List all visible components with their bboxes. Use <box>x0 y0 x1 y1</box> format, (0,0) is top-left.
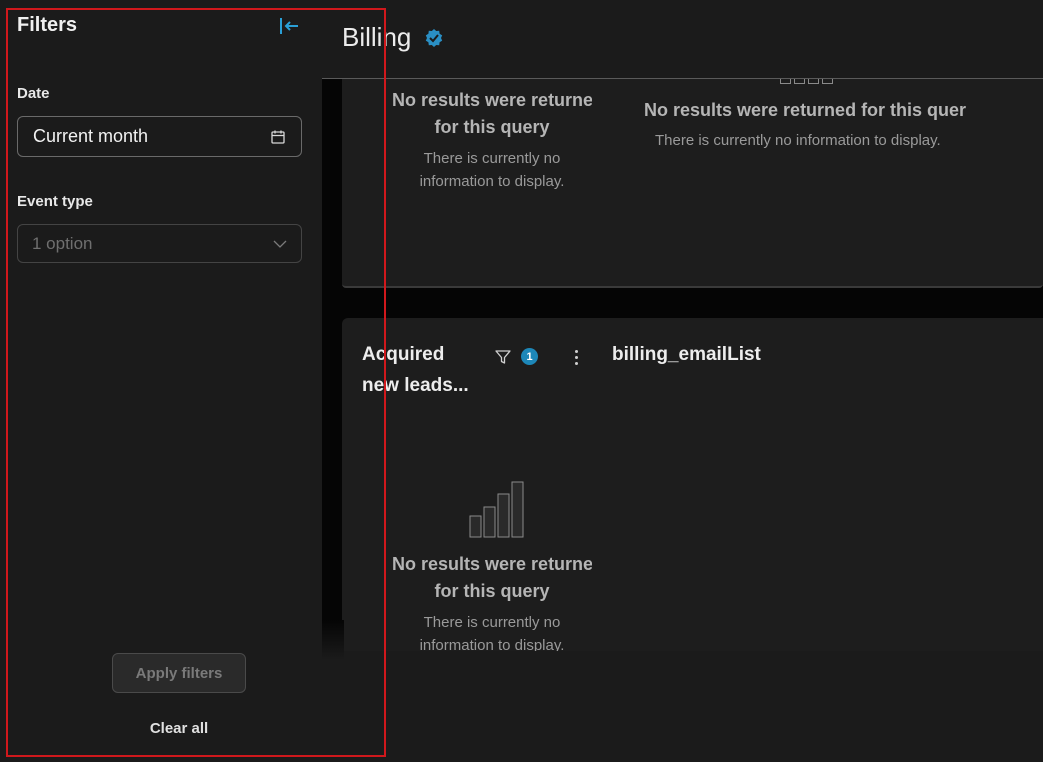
more-options-icon[interactable] <box>569 345 583 369</box>
date-picker-field[interactable]: Current month <box>17 116 302 157</box>
apply-filters-button[interactable]: Apply filters <box>112 653 246 693</box>
widget-title: billing_emailList <box>612 344 761 365</box>
empty-state-heading: No results were returne <box>392 90 592 110</box>
empty-state-text: information to display. <box>419 637 565 651</box>
collapse-panel-button[interactable] <box>276 14 302 38</box>
empty-state-heading: for this query <box>434 117 550 137</box>
empty-state-text: There is currently no <box>423 614 561 631</box>
event-type-select[interactable]: 1 option <box>17 224 302 263</box>
filter-icon[interactable] <box>494 348 512 366</box>
collapse-left-icon <box>280 18 298 34</box>
empty-state-text: There is currently no <box>423 150 561 167</box>
event-type-value: 1 option <box>32 233 93 253</box>
bar-chart-icon <box>469 481 524 538</box>
verified-badge-icon <box>425 29 443 47</box>
bar-chart-icon <box>780 79 836 85</box>
empty-state-heading: for this query <box>434 581 550 601</box>
event-type-label: Event type <box>17 193 93 210</box>
empty-state-heading: No results were returne <box>392 554 592 574</box>
calendar-icon <box>271 130 285 144</box>
widget-title-line: Acquired <box>362 344 445 365</box>
filters-panel: Filters Date Current month Event type 1 … <box>0 0 322 762</box>
dashboard-grid: No results were returne for this query T… <box>322 79 1043 651</box>
chevron-down-icon <box>273 240 287 248</box>
scroll-fade <box>322 620 344 660</box>
empty-state: No results were returne for this query T… <box>392 551 592 651</box>
page-title: Billing <box>342 22 412 52</box>
clear-all-button[interactable]: Clear all <box>120 716 238 740</box>
date-picker-value: Current month <box>33 126 149 146</box>
filter-count-badge: 1 <box>521 348 538 365</box>
empty-state: No results were returned for this query … <box>644 97 966 152</box>
empty-state-text: There is currently no information to dis… <box>655 132 941 149</box>
date-label: Date <box>17 85 50 102</box>
widget-title: Acquired new leads... <box>362 339 482 401</box>
widget-title-line: new leads... <box>362 375 469 396</box>
empty-state-text: information to display. <box>419 173 565 190</box>
empty-state: No results were returne for this query T… <box>392 87 592 193</box>
widget-card: Acquired new leads... 1 billing_emailLis… <box>342 318 1043 651</box>
empty-state-heading: No results were returned for this query <box>644 100 966 120</box>
filters-title: Filters <box>17 14 78 36</box>
main-content: Billing No results were returne for this… <box>322 0 1043 762</box>
widget-card: No results were returne for this query T… <box>342 79 1043 288</box>
